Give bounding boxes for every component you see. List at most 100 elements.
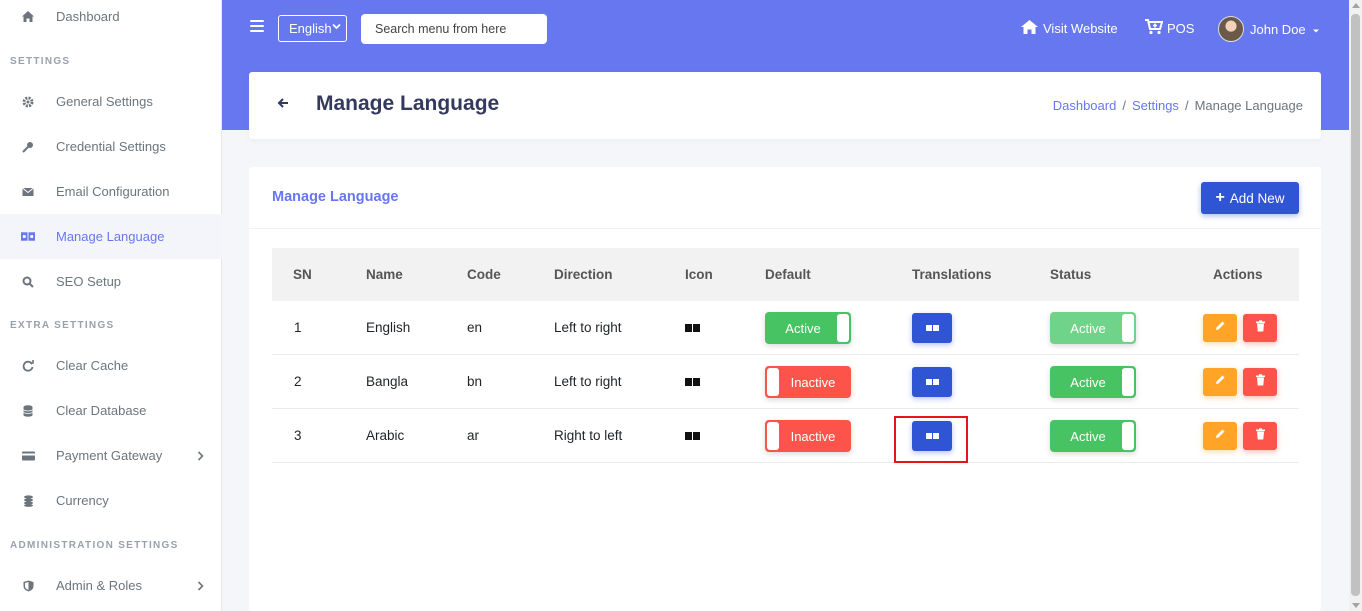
user-name: John Doe [1250, 21, 1306, 37]
column-header-default: Default [765, 267, 811, 282]
page-scrollbar[interactable] [1349, 0, 1362, 611]
sidebar-item-clear-database[interactable]: Clear Database [0, 388, 222, 433]
column-header-direction: Direction [554, 267, 613, 282]
breadcrumb-separator: / [1184, 98, 1189, 113]
cell-direction: Left to right [554, 320, 622, 335]
coins-icon [21, 494, 35, 508]
scroll-down-icon[interactable] [1352, 603, 1360, 608]
column-header-actions: Actions [1213, 267, 1263, 282]
sidebar-item-label: General Settings [56, 94, 153, 109]
table-row: 1 English en Left to right Active Active [272, 301, 1299, 355]
breadcrumb-settings[interactable]: Settings [1132, 98, 1179, 113]
scroll-up-icon[interactable] [1352, 3, 1360, 8]
default-toggle-label: Inactive [790, 428, 836, 444]
page-title-card: Manage Language Dashboard / Settings / M… [249, 72, 1321, 139]
refresh-icon [21, 359, 35, 373]
chevron-right-icon [197, 578, 204, 594]
status-toggle[interactable]: Active [1050, 366, 1136, 398]
column-header-name: Name [366, 267, 403, 282]
search-input[interactable] [361, 14, 547, 44]
credit-card-icon [21, 449, 35, 463]
breadcrumb-dashboard[interactable]: Dashboard [1053, 98, 1117, 113]
table-header: SN Name Code Direction Icon Default Tran… [272, 248, 1299, 301]
trash-icon [1255, 319, 1266, 337]
add-new-label: Add New [1229, 190, 1285, 206]
delete-button[interactable] [1243, 314, 1277, 342]
column-header-sn: SN [293, 267, 312, 282]
page-title: Manage Language [316, 92, 500, 115]
table-row: 2 Bangla bn Left to right Inactive Activ… [272, 355, 1299, 409]
default-toggle[interactable]: Inactive [765, 420, 851, 452]
home-icon [1020, 19, 1039, 38]
card-title: Manage Language [272, 189, 399, 205]
language-icon [685, 378, 700, 386]
sidebar-item-label: SEO Setup [56, 274, 122, 289]
breadcrumb-current: Manage Language [1194, 98, 1303, 113]
user-menu[interactable]: John Doe [1218, 15, 1320, 43]
column-header-icon: Icon [685, 267, 713, 282]
sidebar-item-label: Clear Cache [56, 358, 129, 373]
language-icon [925, 325, 939, 331]
pencil-icon [1214, 373, 1226, 391]
status-toggle-label: Active [1070, 428, 1106, 444]
envelope-icon [21, 185, 35, 199]
visit-website-link[interactable]: Visit Website [1020, 16, 1118, 40]
cart-icon [1144, 18, 1164, 38]
back-arrow-icon[interactable] [277, 96, 289, 114]
scrollbar-thumb[interactable] [1351, 14, 1360, 596]
sidebar-section-settings: SETTINGS [10, 56, 71, 67]
column-header-translations: Translations [912, 267, 992, 282]
language-icon [685, 432, 700, 440]
cell-direction: Right to left [554, 428, 623, 443]
sidebar-item-label: Dashboard [56, 9, 120, 24]
language-select[interactable]: English [278, 15, 347, 42]
pos-label: POS [1167, 20, 1195, 36]
default-toggle[interactable]: Active [765, 312, 851, 344]
status-toggle[interactable]: Active [1050, 420, 1136, 452]
sidebar-item-admin-roles[interactable]: Admin & Roles [0, 563, 222, 608]
sidebar-item-clear-cache[interactable]: Clear Cache [0, 343, 222, 388]
language-icon [925, 379, 939, 385]
sidebar-item-seo-setup[interactable]: SEO Setup [0, 259, 222, 304]
cell-direction: Left to right [554, 374, 622, 389]
menu-toggle-icon[interactable] [250, 20, 264, 34]
pencil-icon [1214, 427, 1226, 445]
pos-link[interactable]: POS [1144, 16, 1194, 40]
sidebar-item-currency[interactable]: Currency [0, 478, 222, 523]
edit-button[interactable] [1203, 314, 1237, 342]
sidebar-item-label: Admin & Roles [56, 578, 142, 593]
trash-icon [1255, 427, 1266, 445]
edit-button[interactable] [1203, 368, 1237, 396]
sidebar-item-label: Manage Language [56, 229, 165, 244]
plus-icon: + [1215, 189, 1225, 206]
sidebar-item-email-configuration[interactable]: Email Configuration [0, 169, 222, 214]
sidebar-item-credential-settings[interactable]: Credential Settings [0, 124, 222, 169]
breadcrumb-separator: / [1122, 98, 1126, 113]
card-header: Manage Language + Add New [249, 167, 1321, 229]
edit-button[interactable] [1203, 422, 1237, 450]
sidebar-item-payment-gateway[interactable]: Payment Gateway [0, 433, 222, 478]
default-toggle[interactable]: Inactive [765, 366, 851, 398]
database-icon [21, 404, 35, 418]
language-select-value: English [289, 21, 332, 36]
cell-name: Arabic [366, 428, 405, 443]
translations-button[interactable] [912, 313, 952, 343]
add-new-button[interactable]: + Add New [1201, 182, 1299, 214]
sidebar-section-admin: ADMINISTRATION SETTINGS [10, 540, 179, 551]
delete-button[interactable] [1243, 422, 1277, 450]
translations-button[interactable] [912, 421, 952, 451]
default-toggle-label: Active [785, 320, 821, 336]
sidebar-item-manage-language[interactable]: Manage Language [0, 214, 222, 259]
table-row: 3 Arabic ar Right to left Inactive Activ… [272, 409, 1299, 463]
sidebar-item-general-settings[interactable]: General Settings [0, 79, 222, 124]
cell-code: ar [467, 428, 480, 443]
cell-code: bn [467, 374, 483, 389]
column-header-status: Status [1050, 267, 1092, 282]
translations-button[interactable] [912, 367, 952, 397]
delete-button[interactable] [1243, 368, 1277, 396]
status-toggle[interactable]: Active [1050, 312, 1136, 344]
cell-sn: 3 [294, 428, 302, 443]
sidebar-item-dashboard[interactable]: Dashboard [0, 0, 222, 39]
search-icon [21, 275, 35, 289]
sidebar-item-label: Payment Gateway [56, 448, 163, 463]
